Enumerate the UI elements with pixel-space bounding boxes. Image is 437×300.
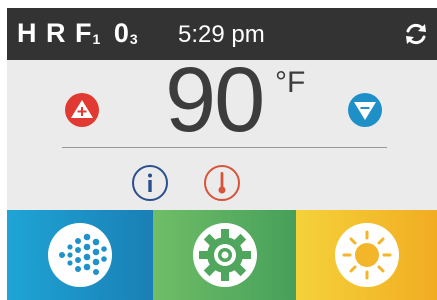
temperature-panel: 90 °F xyxy=(7,54,437,210)
temperature-up-icon[interactable] xyxy=(64,92,100,128)
temperature-down-icon[interactable] xyxy=(347,92,383,128)
jets-button[interactable] xyxy=(7,210,153,300)
status-code-f-subscript: 1 xyxy=(92,31,102,47)
status-code-f: F xyxy=(75,18,93,48)
status-code-h: H xyxy=(17,18,38,48)
divider xyxy=(62,147,387,148)
sync-icon[interactable] xyxy=(403,21,429,47)
control-tiles xyxy=(7,210,437,300)
status-code: H R F1 03 xyxy=(17,18,143,49)
thermometer-icon[interactable] xyxy=(203,164,241,202)
status-code-r: R xyxy=(46,18,67,48)
status-code-o-subscript: 3 xyxy=(129,31,139,47)
jets-icon xyxy=(48,223,112,287)
info-icon[interactable] xyxy=(131,164,169,202)
clock: 5:29 pm xyxy=(178,21,265,48)
settings-button[interactable] xyxy=(153,210,296,300)
temperature-value: 90 xyxy=(165,49,265,151)
temperature-unit: °F xyxy=(275,66,306,99)
light-button[interactable] xyxy=(296,210,437,300)
spa-control-panel: H R F1 03 5:29 pm 90 °F xyxy=(7,8,437,300)
status-code-o: 0 xyxy=(113,18,130,48)
sun-icon xyxy=(334,223,399,287)
gear-icon xyxy=(192,223,257,287)
